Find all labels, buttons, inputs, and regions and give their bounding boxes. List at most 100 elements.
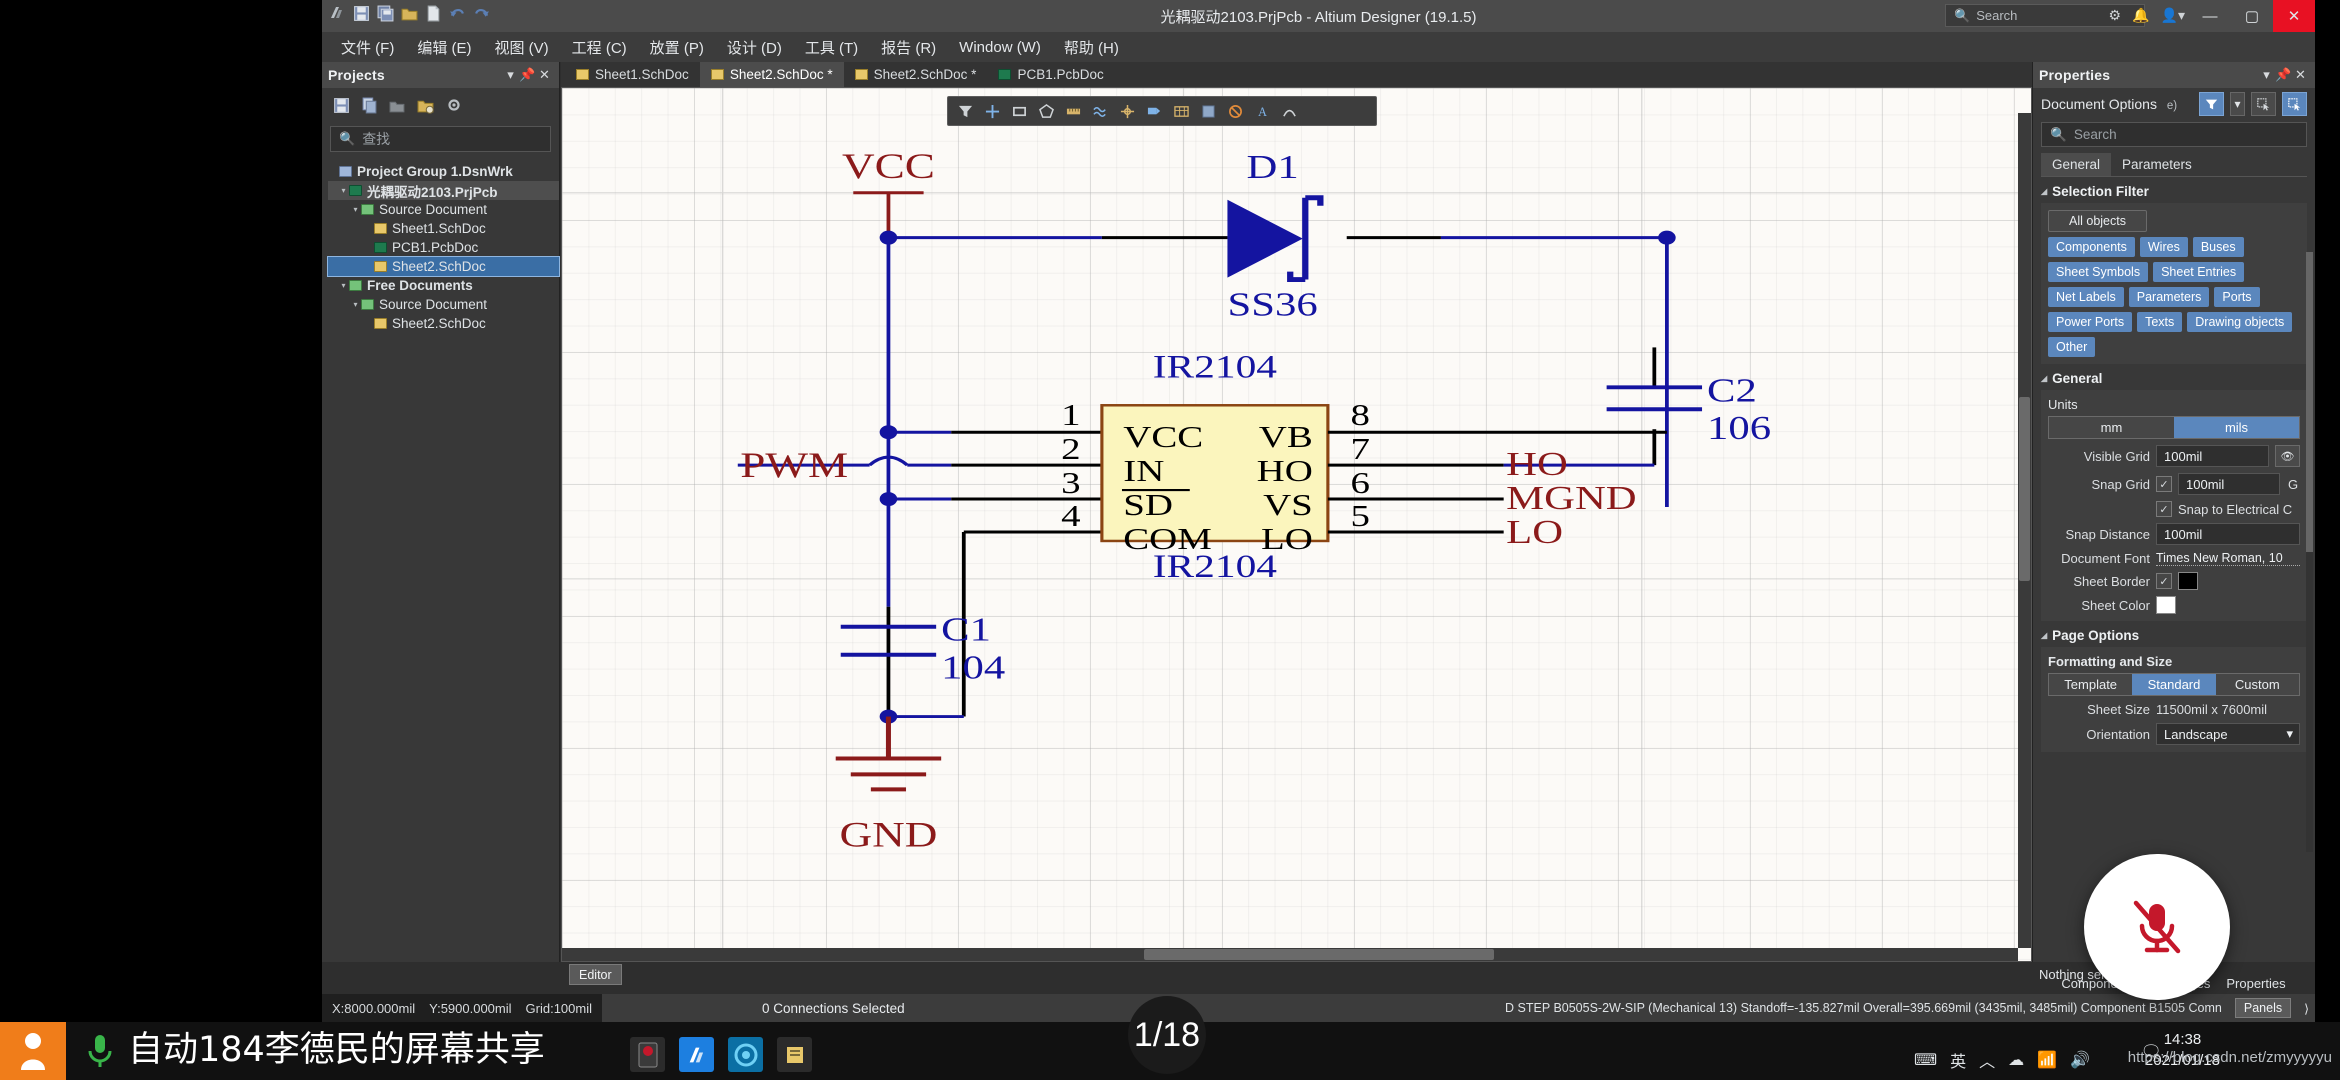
chip-wires[interactable]: Wires (2139, 237, 2188, 257)
chip-texts[interactable]: Texts (2137, 312, 2183, 332)
tree-item-free-source-document[interactable]: ▾ Source Document (328, 295, 559, 314)
tab-parameters[interactable]: Parameters (2111, 153, 2203, 176)
taskbar-altium-app[interactable] (679, 1037, 714, 1072)
units-mils-button[interactable]: mils (2174, 417, 2299, 438)
caret-up-icon[interactable]: ︿ (1979, 1048, 1995, 1072)
text-icon[interactable]: A (1249, 99, 1276, 123)
no-erc-icon[interactable] (1222, 99, 1249, 123)
wave-icon[interactable] (1087, 99, 1114, 123)
tree-item-project[interactable]: ▾ 光耦驱动2103.PrjPcb (328, 181, 559, 200)
expand-arrow-icon[interactable]: ▾ (350, 205, 361, 214)
collapse-caret-icon[interactable]: ◢ (2041, 187, 2047, 196)
selection-filter-header[interactable]: ◢ Selection Filter (2041, 184, 2307, 199)
ruler-icon[interactable] (1060, 99, 1087, 123)
selection-filter-chip-grid[interactable]: Components Wires Buses Sheet Symbols She… (2048, 237, 2300, 357)
snap-icon[interactable] (1114, 99, 1141, 123)
polygon-icon[interactable] (1033, 99, 1060, 123)
chevron-down-icon[interactable]: ▾ (2258, 67, 2275, 83)
chip-parameters[interactable]: Parameters (2128, 287, 2210, 307)
status-extra-icon[interactable]: ⟩ (2304, 1001, 2309, 1016)
chip-drawing-objects[interactable]: Drawing objects (2187, 312, 2293, 332)
collapse-caret-icon[interactable]: ◢ (2041, 374, 2047, 383)
table-icon[interactable] (1168, 99, 1195, 123)
units-segmented-control[interactable]: mm mils (2048, 416, 2300, 439)
visible-grid-input[interactable]: 100mil (2156, 445, 2269, 467)
chevron-down-icon[interactable]: ▾ (502, 67, 519, 83)
tab-sheet2-schdoc-2[interactable]: Sheet2.SchDoc * (844, 62, 988, 87)
menu-view[interactable]: 视图 (V) (485, 34, 559, 61)
general-header[interactable]: ◢ General (2041, 371, 2307, 386)
chip-power-ports[interactable]: Power Ports (2048, 312, 2133, 332)
snap-grid-checkbox[interactable]: ✓ (2156, 476, 2172, 492)
scrollbar-thumb[interactable] (2306, 252, 2313, 552)
crosshair-icon[interactable] (979, 99, 1006, 123)
orientation-select[interactable]: Landscape ▾ (2156, 723, 2300, 745)
canvas-horizontal-scrollbar[interactable] (562, 948, 2018, 961)
zoom-select-icon[interactable] (2282, 92, 2307, 116)
notification-bell-icon[interactable]: 🔔 (2132, 7, 2149, 24)
page-options-header[interactable]: ◢ Page Options (2041, 628, 2307, 643)
chip-other[interactable]: Other (2048, 337, 2096, 357)
expand-arrow-icon[interactable]: ▾ (350, 300, 361, 309)
mic-icon[interactable] (82, 1031, 118, 1071)
select-mode-icon[interactable] (2251, 92, 2276, 116)
maximize-button[interactable]: ▢ (2231, 0, 2273, 32)
editor-button[interactable]: Editor (569, 964, 622, 985)
filter-icon[interactable] (2199, 92, 2224, 116)
panels-button[interactable]: Panels (2234, 998, 2292, 1018)
units-mm-button[interactable]: mm (2049, 417, 2174, 438)
taskbar-files-app[interactable] (777, 1037, 812, 1072)
sheet-symbol-icon[interactable] (1195, 99, 1222, 123)
chevron-down-icon[interactable]: ▾ (2286, 726, 2293, 742)
format-custom-button[interactable]: Custom (2215, 674, 2299, 695)
format-template-button[interactable]: Template (2049, 674, 2133, 695)
schematic-canvas[interactable]: A VCC GND PWM D1 SS36 IR2104 IR2104 1 2 … (562, 88, 2031, 961)
tab-sheet2-schdoc-active[interactable]: Sheet2.SchDoc * (699, 62, 844, 87)
user-account-icon[interactable]: 👤▾ (2161, 7, 2185, 24)
chip-all-objects[interactable]: All objects (2048, 210, 2147, 232)
properties-tabs[interactable]: General Parameters (2041, 153, 2307, 177)
schematic-floating-toolbar[interactable]: A (947, 96, 1377, 126)
snap-distance-input[interactable]: 100mil (2156, 523, 2300, 545)
chip-sheet-entries[interactable]: Sheet Entries (2153, 262, 2245, 282)
chevron-down-icon[interactable]: ▾ (2230, 92, 2245, 116)
pin-icon[interactable]: 📌 (519, 67, 536, 83)
projects-search-input[interactable]: 🔍 查找 (330, 126, 551, 152)
open-project-icon[interactable] (416, 96, 435, 115)
bottom-tab-properties[interactable]: Properties (2226, 976, 2285, 991)
tab-sheet1-schdoc[interactable]: Sheet1.SchDoc (565, 62, 700, 87)
save-icon[interactable] (332, 96, 351, 115)
chip-buses[interactable]: Buses (2192, 237, 2244, 257)
tree-item-source-document[interactable]: ▾ Source Document (328, 200, 559, 219)
snap-electrical-checkbox[interactable]: ✓ (2156, 501, 2172, 517)
keyboard-icon[interactable]: ⌨ (1914, 1050, 1937, 1070)
mic-muted-overlay[interactable] (2084, 854, 2230, 1000)
document-tabs[interactable]: Sheet1.SchDoc Sheet2.SchDoc * Sheet2.Sch… (561, 62, 2032, 87)
menu-file[interactable]: 文件 (F) (331, 34, 404, 61)
tree-item-free-sheet2[interactable]: Sheet2.SchDoc (328, 314, 559, 333)
tree-item-sheet1[interactable]: Sheet1.SchDoc (328, 219, 559, 238)
start-button[interactable] (0, 1022, 66, 1080)
expand-arrow-icon[interactable]: ▾ (338, 281, 349, 290)
copy-icon[interactable] (360, 96, 379, 115)
tree-item-pcb1[interactable]: PCB1.PcbDoc (328, 238, 559, 257)
scrollbar-thumb[interactable] (1144, 949, 1494, 960)
schematic-drawing[interactable]: VCC GND PWM D1 SS36 IR2104 IR2104 1 2 3 … (562, 88, 2031, 961)
compile-icon[interactable] (388, 96, 407, 115)
snap-grid-input[interactable]: 100mil (2178, 473, 2280, 495)
arc-icon[interactable] (1276, 99, 1303, 123)
expand-arrow-icon[interactable]: ▾ (338, 186, 349, 195)
project-tree[interactable]: Project Group 1.DsnWrk ▾ 光耦驱动2103.PrjPcb… (322, 158, 560, 333)
menu-reports[interactable]: 报告 (R) (871, 34, 946, 61)
window-controls[interactable]: — ▢ ✕ (2189, 0, 2315, 32)
properties-scrollbar[interactable] (2306, 252, 2313, 852)
menu-window[interactable]: Window (W) (949, 36, 1051, 59)
menu-help[interactable]: 帮助 (H) (1054, 34, 1129, 61)
menu-tools[interactable]: 工具 (T) (795, 34, 868, 61)
close-icon[interactable]: ✕ (2292, 67, 2309, 83)
eye-icon[interactable]: 👁 (2275, 445, 2300, 467)
net-label-icon[interactable] (1141, 99, 1168, 123)
scrollbar-thumb[interactable] (2019, 396, 2030, 581)
menu-place[interactable]: 放置 (P) (640, 34, 714, 61)
projects-toolbar[interactable] (322, 88, 559, 122)
